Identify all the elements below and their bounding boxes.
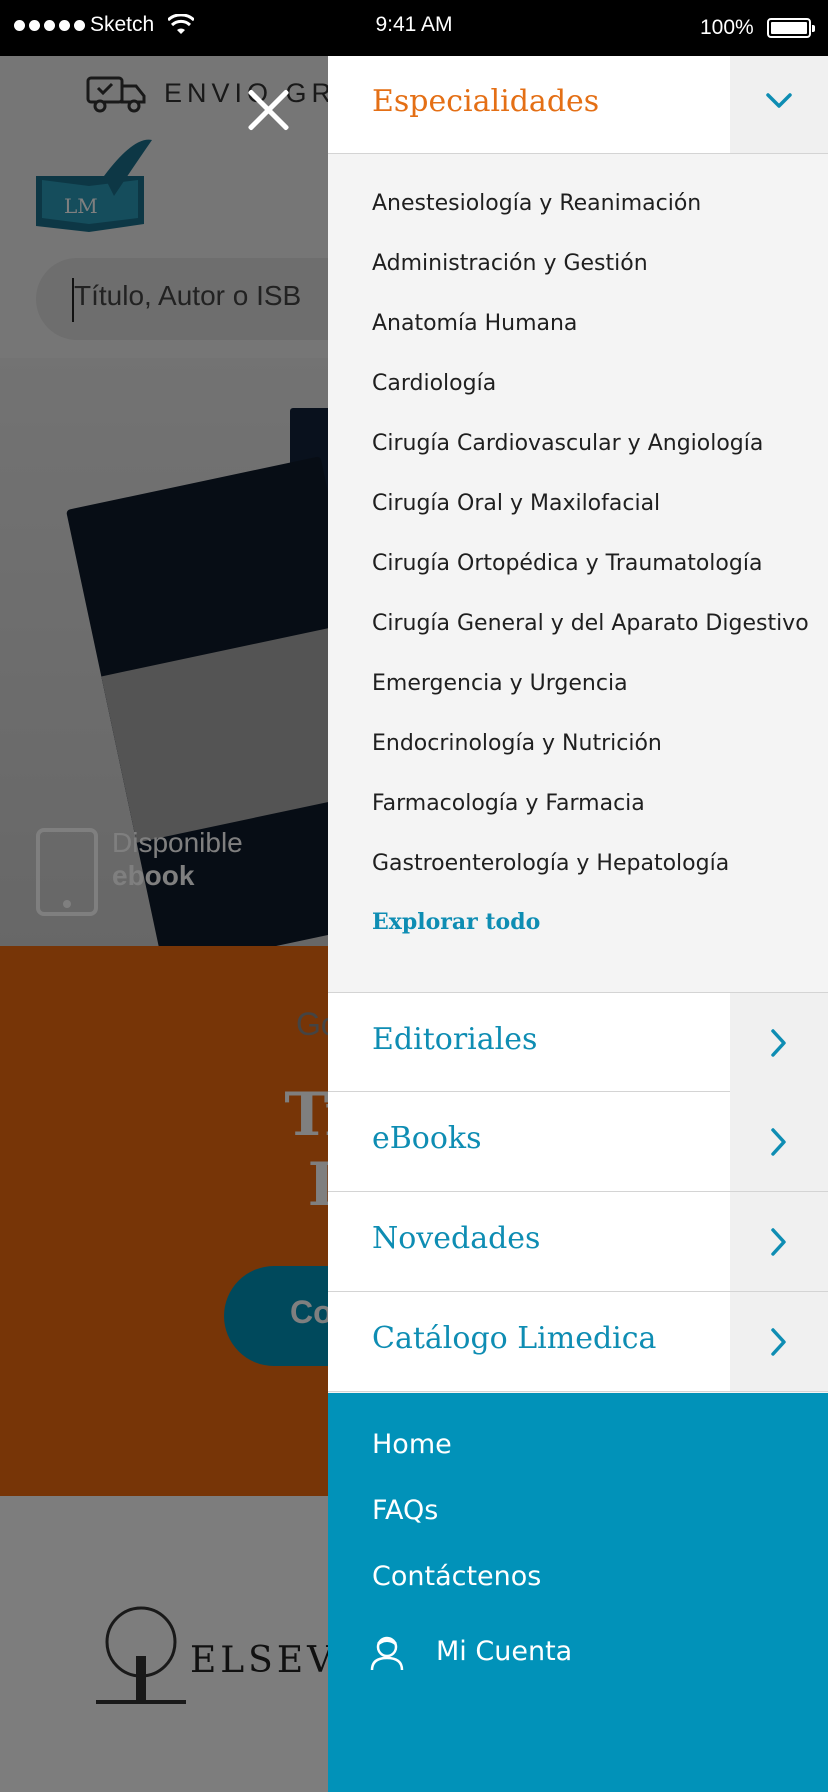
section-label: Catálogo Limedica bbox=[372, 1321, 657, 1356]
menu-section-ebooks[interactable]: eBooks bbox=[328, 1092, 828, 1192]
specialties-list: Anestesiología y Reanimación Administrac… bbox=[328, 154, 828, 894]
user-icon bbox=[370, 1636, 404, 1671]
section-label: eBooks bbox=[372, 1121, 482, 1156]
menu-section-novedades[interactable]: Novedades bbox=[328, 1192, 828, 1292]
expand-button[interactable] bbox=[730, 1292, 828, 1391]
chevron-down-icon bbox=[766, 93, 792, 108]
specialty-item[interactable]: Administración y Gestión bbox=[328, 234, 828, 294]
specialties-label: Especialidades bbox=[372, 84, 600, 119]
menu-section-catalogo[interactable]: Catálogo Limedica bbox=[328, 1292, 828, 1392]
specialty-item[interactable]: Cirugía Cardiovascular y Angiología bbox=[328, 414, 828, 474]
specialty-item[interactable]: Farmacología y Farmacia bbox=[328, 774, 828, 834]
footer-links-panel: Home FAQs Contáctenos Mi Cuenta bbox=[328, 1393, 828, 1792]
close-menu-button[interactable] bbox=[244, 86, 292, 134]
specialty-item[interactable]: Endocrinología y Nutrición bbox=[328, 714, 828, 774]
battery-percent: 100% bbox=[700, 16, 754, 39]
specialty-item[interactable]: Cardiología bbox=[328, 354, 828, 414]
expand-button[interactable] bbox=[730, 1192, 828, 1291]
contact-link[interactable]: Contáctenos bbox=[372, 1561, 541, 1592]
status-bar: Sketch 9:41 AM 100% bbox=[0, 0, 828, 56]
chevron-right-icon bbox=[771, 1128, 786, 1156]
specialty-item[interactable]: Cirugía Ortopédica y Traumatología bbox=[328, 534, 828, 594]
specialty-item[interactable]: Anatomía Humana bbox=[328, 294, 828, 354]
specialties-header[interactable]: Especialidades bbox=[328, 56, 828, 154]
specialties-toggle[interactable] bbox=[730, 56, 828, 153]
menu-section-editoriales[interactable]: Editoriales bbox=[328, 992, 828, 1092]
specialty-item[interactable]: Cirugía Oral y Maxilofacial bbox=[328, 474, 828, 534]
explore-all-link[interactable]: Explorar todo bbox=[328, 894, 828, 950]
section-label: Novedades bbox=[372, 1221, 541, 1256]
specialty-item[interactable]: Gastroenterología y Hepatología bbox=[328, 834, 828, 894]
my-account-link[interactable]: Mi Cuenta bbox=[436, 1636, 572, 1667]
expand-button[interactable] bbox=[730, 1092, 828, 1191]
home-link[interactable]: Home bbox=[372, 1429, 452, 1460]
expand-button[interactable] bbox=[730, 993, 828, 1092]
faqs-link[interactable]: FAQs bbox=[372, 1495, 438, 1526]
specialty-item[interactable]: Emergencia y Urgencia bbox=[328, 654, 828, 714]
specialty-item[interactable]: Anestesiología y Reanimación bbox=[328, 174, 828, 234]
chevron-right-icon bbox=[771, 1029, 786, 1057]
specialty-item[interactable]: Cirugía General y del Aparato Digestivo bbox=[328, 594, 828, 654]
chevron-right-icon bbox=[771, 1228, 786, 1256]
side-menu: Especialidades Anestesiología y Reanimac… bbox=[328, 56, 828, 1792]
section-label: Editoriales bbox=[372, 1022, 538, 1057]
chevron-right-icon bbox=[771, 1328, 786, 1356]
battery-icon bbox=[767, 18, 815, 38]
